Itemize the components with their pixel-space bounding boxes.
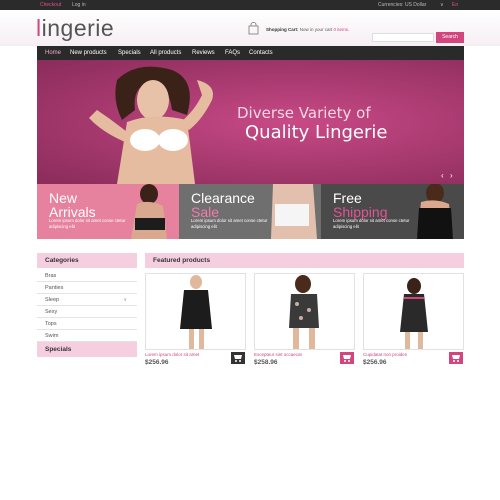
category-item[interactable]: Swim	[37, 330, 137, 342]
cart-icon	[452, 355, 460, 362]
main-nav: Home New products Specials All products …	[37, 46, 464, 60]
product-image[interactable]	[363, 273, 464, 350]
search-input[interactable]	[372, 33, 434, 42]
search-button[interactable]: Search	[436, 32, 464, 43]
nav-item-all-products[interactable]: All products	[150, 46, 181, 60]
promo-new-arrivals[interactable]: New Arrivals Lorem ipsum dolor sit amet …	[37, 184, 179, 239]
cart-icon	[234, 355, 242, 362]
cart-icon	[343, 355, 351, 362]
chevron-left-icon[interactable]: ‹	[441, 171, 444, 180]
site-header: lingerie Shopping Cart: Now in your cart…	[0, 10, 500, 46]
shopping-cart-icon[interactable]	[248, 22, 259, 35]
promo-model-image	[417, 184, 453, 239]
product-price: $256.96	[363, 359, 387, 366]
nav-item-home[interactable]: Home	[45, 46, 61, 60]
hero-title-line1: Diverse Variety of	[237, 104, 371, 122]
product-image[interactable]	[254, 273, 355, 350]
product-photo	[180, 275, 212, 349]
categories-header: Categories	[37, 253, 137, 268]
category-item[interactable]: Panties	[37, 282, 137, 294]
add-to-cart-button[interactable]	[449, 352, 463, 364]
product-name-link[interactable]: Lorem ipsum dolor sit amet	[145, 352, 199, 357]
cart-summary: Shopping Cart: Now in your cart 0 items.	[266, 27, 350, 32]
product-price: $256.96	[145, 359, 169, 366]
hero-banner[interactable]: Diverse Variety of Quality Lingerie ‹ ›	[37, 60, 464, 184]
product-name-link[interactable]: Cupidatat non proiden	[363, 352, 407, 357]
product-photo	[400, 278, 428, 349]
category-item[interactable]: Bras	[37, 270, 137, 282]
promo-free-shipping[interactable]: Free Shipping Lorem ipsum dolor sit amet…	[321, 184, 464, 239]
featured-products-header: Featured products	[145, 253, 464, 268]
category-item[interactable]: Tops	[37, 318, 137, 330]
specials-header: Specials	[37, 342, 137, 357]
nav-item-contacts[interactable]: Contacts	[249, 46, 273, 60]
category-item[interactable]: Sexy	[37, 306, 137, 318]
language-selector[interactable]: En	[452, 2, 458, 8]
add-to-cart-button[interactable]	[340, 352, 354, 364]
product-photo	[289, 275, 319, 349]
hero-model-image	[89, 66, 213, 184]
product-image[interactable]	[145, 273, 246, 350]
add-to-cart-button[interactable]	[231, 352, 245, 364]
product-price: $258.96	[254, 359, 278, 366]
nav-item-new-products[interactable]: New products	[70, 46, 107, 60]
product-name-link[interactable]: Excepteur sint occaecat	[254, 352, 302, 357]
site-logo[interactable]: lingerie	[36, 15, 114, 42]
chevron-down-icon[interactable]: ∨	[440, 2, 444, 8]
nav-item-reviews[interactable]: Reviews	[192, 46, 215, 60]
promo-clearance-sale[interactable]: Clearance Sale Lorem ipsum dolor sit ame…	[179, 184, 321, 239]
promo-model-image	[131, 184, 167, 239]
currency-selector[interactable]: Currencies: US Dollar	[378, 2, 426, 8]
top-bar: Checkout Log in Currencies: US Dollar ∨ …	[0, 0, 500, 10]
cart-count[interactable]: 0 items.	[334, 27, 350, 32]
nav-item-faqs[interactable]: FAQs	[225, 46, 240, 60]
hero-title-line2: Quality Lingerie	[245, 122, 388, 143]
promo-model-image	[271, 184, 317, 239]
nav-item-specials[interactable]: Specials	[118, 46, 141, 60]
chevron-down-icon[interactable]: ∨	[123, 294, 127, 306]
login-link[interactable]: Log in	[72, 2, 86, 8]
category-item[interactable]: Sleep ∨	[37, 294, 137, 306]
chevron-right-icon[interactable]: ›	[450, 171, 453, 180]
checkout-link[interactable]: Checkout	[40, 2, 61, 8]
